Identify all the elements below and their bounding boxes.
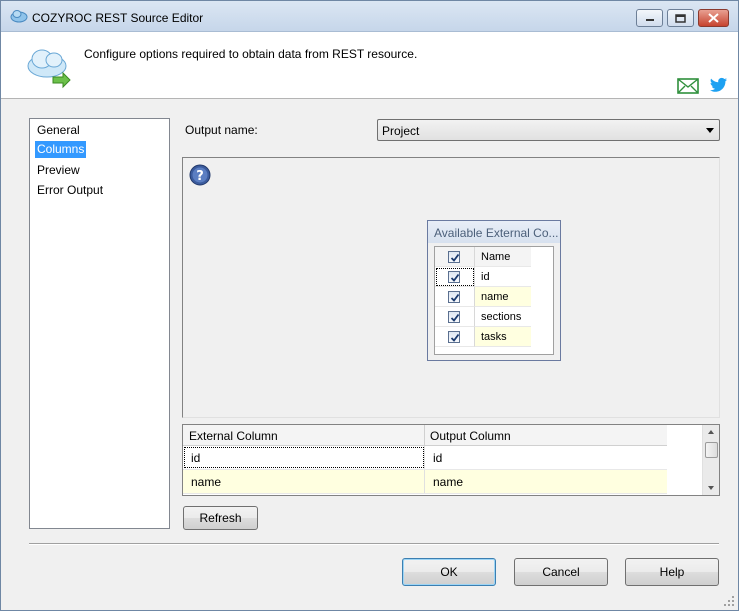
column-name: sections [475,307,531,327]
maximize-icon [675,13,686,23]
close-icon [708,13,719,23]
scroll-down-icon[interactable] [708,486,714,490]
column-mapping-canvas[interactable]: ? Available External Co... Name id name … [182,157,720,418]
title-bar[interactable]: COZYROC REST Source Editor [1,1,738,32]
table-row[interactable]: id id [183,446,667,470]
nav-item-columns[interactable]: Columns [35,141,87,158]
resize-grip-icon[interactable] [723,595,735,607]
checkbox-cell [435,327,475,347]
mapping-table-header: External Column Output Column [183,425,667,446]
cloud-icon [10,10,28,23]
column-name: name [475,287,531,307]
column-checkbox[interactable] [448,331,460,343]
header-panel: Configure options required to obtain dat… [1,32,738,99]
header-divider [424,425,425,446]
mail-icon[interactable] [677,78,699,94]
help-icon[interactable]: ? [189,164,211,186]
available-external-columns-box[interactable]: Available External Co... Name id name se… [427,220,561,361]
cancel-button[interactable]: Cancel [514,558,608,586]
column-name: id [475,267,531,287]
column-checkbox[interactable] [448,291,460,303]
output-column-cell[interactable]: id [425,446,667,469]
minimize-button[interactable] [636,9,663,27]
cloud-arrow-icon [27,49,71,89]
checkbox-cell [435,267,475,287]
editor-window: COZYROC REST Source Editor Configure opt… [0,0,739,611]
external-column-row[interactable]: id [435,267,531,287]
chevron-down-icon [706,128,714,133]
name-header: Name [475,247,531,267]
minimize-icon [645,19,654,21]
external-column-header[interactable]: External Column [189,429,278,443]
table-row[interactable]: name name [183,470,667,494]
footer-divider [29,543,719,545]
header-description: Configure options required to obtain dat… [84,47,418,61]
nav-item-general[interactable]: General [35,122,82,139]
external-column-cell[interactable]: id [183,446,425,469]
grid-header-row: Name [435,247,531,267]
window-title: COZYROC REST Source Editor [32,11,204,25]
column-checkbox[interactable] [448,311,460,323]
column-name: tasks [475,327,531,347]
output-column-cell[interactable]: name [425,470,667,493]
external-columns-grid: Name id name sections tasks [434,246,554,355]
ok-button[interactable]: OK [402,558,496,586]
external-column-cell[interactable]: name [183,470,425,493]
nav-item-preview[interactable]: Preview [35,162,82,179]
select-all-checkbox[interactable] [448,251,460,263]
help-button[interactable]: Help [625,558,719,586]
refresh-button[interactable]: Refresh [183,506,258,530]
select-all-cell [435,247,475,267]
checkbox-cell [435,287,475,307]
output-column-header[interactable]: Output Column [430,429,511,443]
twitter-icon[interactable] [710,77,728,93]
checkbox-cell [435,307,475,327]
svg-text:?: ? [196,169,204,184]
external-column-row[interactable]: sections [435,307,531,327]
output-name-label: Output name: [185,123,258,137]
column-checkbox[interactable] [448,271,460,283]
output-name-value: Project [382,124,420,138]
nav-list: General Columns Preview Error Output [29,118,170,529]
close-button[interactable] [698,9,729,27]
external-column-row[interactable]: tasks [435,327,531,347]
mapping-table[interactable]: External Column Output Column id id name… [182,424,720,496]
vertical-scrollbar[interactable] [702,425,719,495]
external-columns-title: Available External Co... [428,221,560,243]
external-column-row[interactable]: name [435,287,531,307]
scroll-up-icon[interactable] [708,430,714,434]
output-name-select[interactable]: Project [377,119,720,141]
maximize-button[interactable] [667,9,694,27]
scroll-thumb[interactable] [705,442,718,458]
nav-item-error-output[interactable]: Error Output [35,182,105,199]
